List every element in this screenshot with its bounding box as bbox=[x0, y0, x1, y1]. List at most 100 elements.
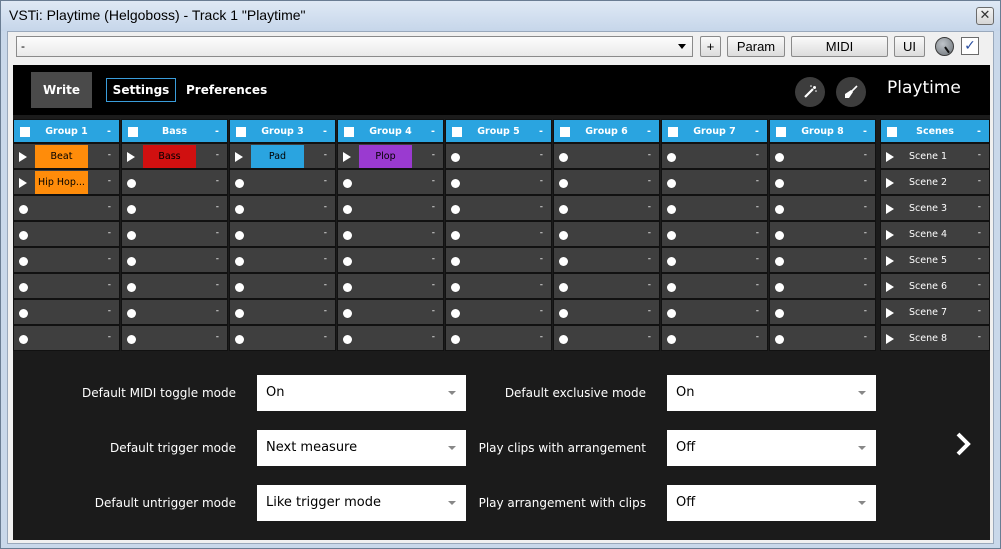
setting-dropdown[interactable]: Off bbox=[667, 430, 876, 466]
record-dot-icon[interactable] bbox=[235, 335, 244, 344]
clip-slot[interactable]: - bbox=[661, 143, 768, 169]
clip-slot[interactable]: - bbox=[445, 169, 552, 195]
record-dot-icon[interactable] bbox=[451, 179, 460, 188]
record-dot-icon[interactable] bbox=[667, 309, 676, 318]
record-dot-icon[interactable] bbox=[235, 179, 244, 188]
scene-row[interactable]: Scene 8 - bbox=[880, 325, 990, 351]
group-menu[interactable]: - bbox=[539, 126, 543, 137]
play-icon[interactable] bbox=[886, 308, 894, 318]
scene-menu[interactable]: - bbox=[978, 176, 981, 186]
record-dot-icon[interactable] bbox=[235, 283, 244, 292]
clip-slot[interactable]: - bbox=[337, 247, 444, 273]
group-menu[interactable]: - bbox=[107, 126, 111, 137]
clip-slot[interactable]: - bbox=[445, 221, 552, 247]
chevron-right-icon[interactable] bbox=[953, 431, 975, 460]
record-dot-icon[interactable] bbox=[667, 153, 676, 162]
clip-slot[interactable]: - bbox=[337, 299, 444, 325]
clip-slot[interactable]: - bbox=[445, 273, 552, 299]
group-menu[interactable]: - bbox=[323, 126, 327, 137]
record-dot-icon[interactable] bbox=[451, 309, 460, 318]
record-dot-icon[interactable] bbox=[127, 283, 136, 292]
record-dot-icon[interactable] bbox=[775, 335, 784, 344]
slot-menu[interactable]: - bbox=[108, 150, 111, 160]
scenes-header[interactable]: Scenes - bbox=[880, 119, 990, 143]
group-header[interactable]: Group 3 - bbox=[229, 119, 336, 143]
record-dot-icon[interactable] bbox=[235, 231, 244, 240]
record-dot-icon[interactable] bbox=[235, 309, 244, 318]
slot-menu[interactable]: - bbox=[648, 228, 651, 238]
preset-dropdown[interactable]: - bbox=[16, 36, 693, 57]
clip-slot[interactable]: - bbox=[661, 169, 768, 195]
clip-slot[interactable]: - bbox=[445, 299, 552, 325]
slot-menu[interactable]: - bbox=[108, 202, 111, 212]
slot-menu[interactable]: - bbox=[216, 254, 219, 264]
clip-slot[interactable]: - bbox=[121, 169, 228, 195]
record-dot-icon[interactable] bbox=[235, 257, 244, 266]
record-dot-icon[interactable] bbox=[343, 257, 352, 266]
slot-menu[interactable]: - bbox=[864, 228, 867, 238]
clip-slot[interactable]: - bbox=[553, 273, 660, 299]
record-dot-icon[interactable] bbox=[127, 309, 136, 318]
group-header[interactable]: Group 5 - bbox=[445, 119, 552, 143]
clip-slot[interactable]: - bbox=[121, 221, 228, 247]
record-dot-icon[interactable] bbox=[559, 257, 568, 266]
clip-slot[interactable]: - bbox=[13, 221, 120, 247]
slot-menu[interactable]: - bbox=[324, 176, 327, 186]
clip-block[interactable]: Beat bbox=[35, 145, 88, 168]
group-header[interactable]: Bass - bbox=[121, 119, 228, 143]
play-icon[interactable] bbox=[886, 256, 894, 266]
record-dot-icon[interactable] bbox=[667, 231, 676, 240]
clip-slot[interactable]: - bbox=[121, 299, 228, 325]
clip-slot[interactable]: - bbox=[445, 143, 552, 169]
slot-menu[interactable]: - bbox=[648, 332, 651, 342]
write-button[interactable]: Write bbox=[31, 72, 92, 108]
record-dot-icon[interactable] bbox=[343, 283, 352, 292]
slot-menu[interactable]: - bbox=[756, 176, 759, 186]
slot-menu[interactable]: - bbox=[216, 332, 219, 342]
scene-row[interactable]: Scene 4 - bbox=[880, 221, 990, 247]
record-dot-icon[interactable] bbox=[775, 231, 784, 240]
clip-slot[interactable]: - bbox=[769, 195, 876, 221]
slot-menu[interactable]: - bbox=[216, 202, 219, 212]
slot-menu[interactable]: - bbox=[540, 306, 543, 316]
close-button[interactable]: ✕ bbox=[976, 7, 994, 25]
record-dot-icon[interactable] bbox=[19, 257, 28, 266]
play-icon[interactable] bbox=[886, 204, 894, 214]
clip-block[interactable]: Bass bbox=[143, 145, 196, 168]
clip-slot[interactable]: - bbox=[769, 143, 876, 169]
clip-slot[interactable]: - bbox=[553, 325, 660, 351]
slot-menu[interactable]: - bbox=[324, 332, 327, 342]
slot-menu[interactable]: - bbox=[864, 150, 867, 160]
group-header[interactable]: Group 6 - bbox=[553, 119, 660, 143]
slot-menu[interactable]: - bbox=[108, 254, 111, 264]
record-dot-icon[interactable] bbox=[559, 283, 568, 292]
record-dot-icon[interactable] bbox=[667, 257, 676, 266]
slot-menu[interactable]: - bbox=[216, 150, 219, 160]
slot-menu[interactable]: - bbox=[864, 254, 867, 264]
play-icon[interactable] bbox=[886, 230, 894, 240]
clip-block[interactable]: Plop bbox=[359, 145, 412, 168]
clip-slot[interactable]: - bbox=[229, 325, 336, 351]
scene-menu[interactable]: - bbox=[978, 280, 981, 290]
slot-menu[interactable]: - bbox=[540, 254, 543, 264]
slot-menu[interactable]: - bbox=[864, 306, 867, 316]
scene-menu[interactable]: - bbox=[978, 306, 981, 316]
group-menu[interactable]: - bbox=[215, 126, 219, 137]
scene-menu[interactable]: - bbox=[978, 150, 981, 160]
clip-slot[interactable]: - bbox=[229, 195, 336, 221]
clip-slot[interactable]: Bass - bbox=[121, 143, 228, 169]
clip-slot[interactable]: - bbox=[769, 299, 876, 325]
clip-slot[interactable]: - bbox=[769, 169, 876, 195]
record-dot-icon[interactable] bbox=[559, 179, 568, 188]
clip-slot[interactable]: - bbox=[769, 247, 876, 273]
record-dot-icon[interactable] bbox=[127, 335, 136, 344]
scene-row[interactable]: Scene 3 - bbox=[880, 195, 990, 221]
clip-slot[interactable]: - bbox=[121, 247, 228, 273]
slot-menu[interactable]: - bbox=[756, 332, 759, 342]
clip-slot[interactable]: - bbox=[337, 325, 444, 351]
play-icon[interactable] bbox=[127, 152, 135, 162]
record-dot-icon[interactable] bbox=[775, 309, 784, 318]
scene-menu[interactable]: - bbox=[978, 228, 981, 238]
slot-menu[interactable]: - bbox=[432, 202, 435, 212]
clip-slot[interactable]: - bbox=[661, 299, 768, 325]
